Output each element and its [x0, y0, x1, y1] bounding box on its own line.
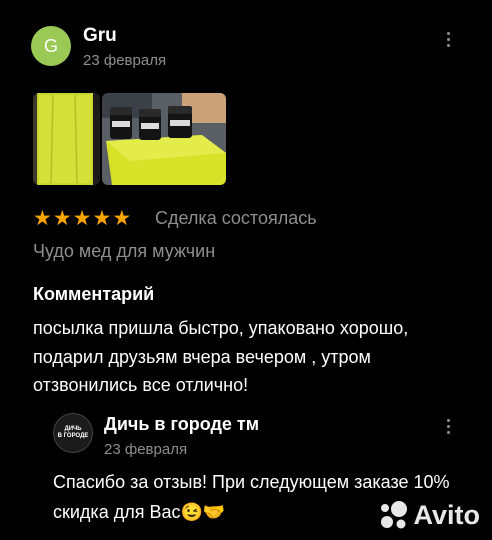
seller-avatar[interactable]: ДИЧЬ В ГОРОДЕ	[53, 413, 93, 453]
avatar-letter: G	[43, 35, 58, 56]
review-photo-2[interactable]	[102, 93, 226, 185]
seller-avatar-text-bottom: В ГОРОДЕ	[57, 433, 89, 439]
star-icon: ★	[52, 207, 72, 230]
rating-stars: ★ ★ ★ ★ ★	[33, 208, 131, 230]
review-date: 23 февраля	[83, 52, 167, 69]
author-name[interactable]: Gru	[83, 25, 117, 47]
reply-more-kebab-icon[interactable]	[442, 419, 454, 434]
comment-text: посылка пришла быстро, упаковано хорошо,…	[33, 318, 409, 395]
seller-avatar-text-top: ДИЧЬ	[64, 426, 82, 432]
star-icon: ★	[33, 207, 52, 230]
avito-dots-icon	[380, 501, 407, 529]
avito-logo-text: Avito	[413, 499, 481, 530]
star-icon: ★	[112, 207, 132, 230]
emoji-icon: 😉🤝	[180, 502, 226, 522]
deal-status: Сделка состоялась	[155, 208, 317, 228]
author-avatar[interactable]: G	[31, 26, 71, 66]
review-more-kebab-icon[interactable]	[442, 32, 454, 47]
seller-name[interactable]: Дичь в городе тм	[104, 414, 259, 435]
reply-date: 23 февраля	[104, 441, 188, 458]
star-icon: ★	[72, 207, 92, 230]
review-photo-1[interactable]	[33, 93, 100, 185]
star-icon: ★	[92, 207, 112, 230]
product-name[interactable]: Чудо мед для мужчин	[33, 241, 215, 262]
comment-title: Комментарий	[33, 284, 155, 304]
avito-logo: Avito	[377, 499, 481, 531]
